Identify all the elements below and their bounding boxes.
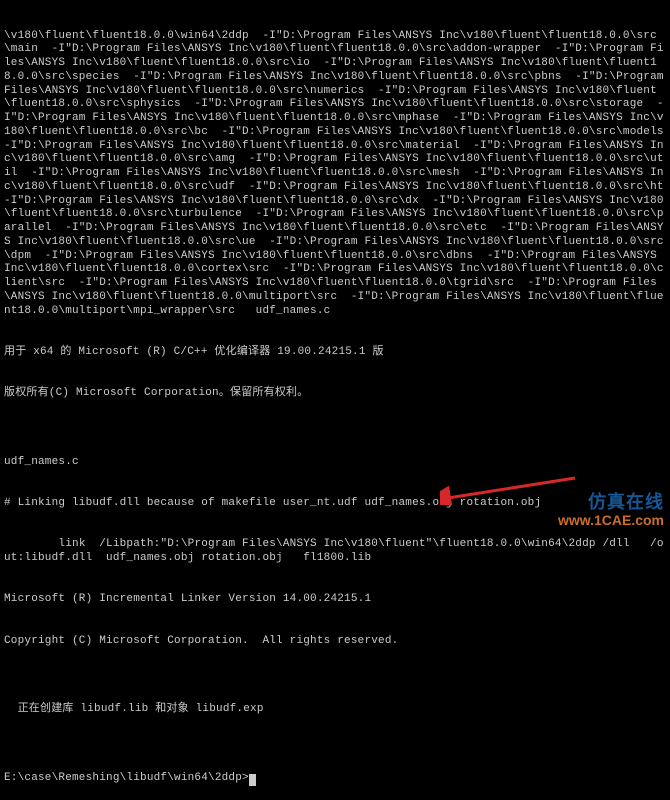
source-file-line: udf_names.c (4, 456, 666, 470)
watermark-url: www.1CAE.com (558, 512, 664, 530)
linker-banner-line: Microsoft (R) Incremental Linker Version… (4, 593, 666, 607)
prompt-line[interactable]: E:\case\Remeshing\libudf\win64\2ddp> (4, 772, 666, 786)
terminal-window[interactable]: \v180\fluent\fluent18.0.0\win64\2ddp -I"… (4, 2, 666, 800)
linker-copyright-line: Copyright (C) Microsoft Corporation. All… (4, 635, 666, 649)
copyright-line: 版权所有(C) Microsoft Corporation。保留所有权利。 (4, 387, 666, 401)
watermark-brand: 仿真在线 (588, 491, 664, 514)
link-command-line: link /Libpath:"D:\Program Files\ANSYS In… (4, 538, 666, 566)
linking-reason-line: # Linking libudf.dll because of makefile… (4, 497, 666, 511)
cursor-icon (249, 774, 256, 786)
terminal-output-paths: \v180\fluent\fluent18.0.0\win64\2ddp -I"… (4, 30, 666, 319)
compiler-banner-line: 用于 x64 的 Microsoft (R) C/C++ 优化编译器 19.00… (4, 346, 666, 360)
creating-library-line: 正在创建库 libudf.lib 和对象 libudf.exp (4, 703, 666, 717)
prompt-text: E:\case\Remeshing\libudf\win64\2ddp> (4, 772, 249, 784)
